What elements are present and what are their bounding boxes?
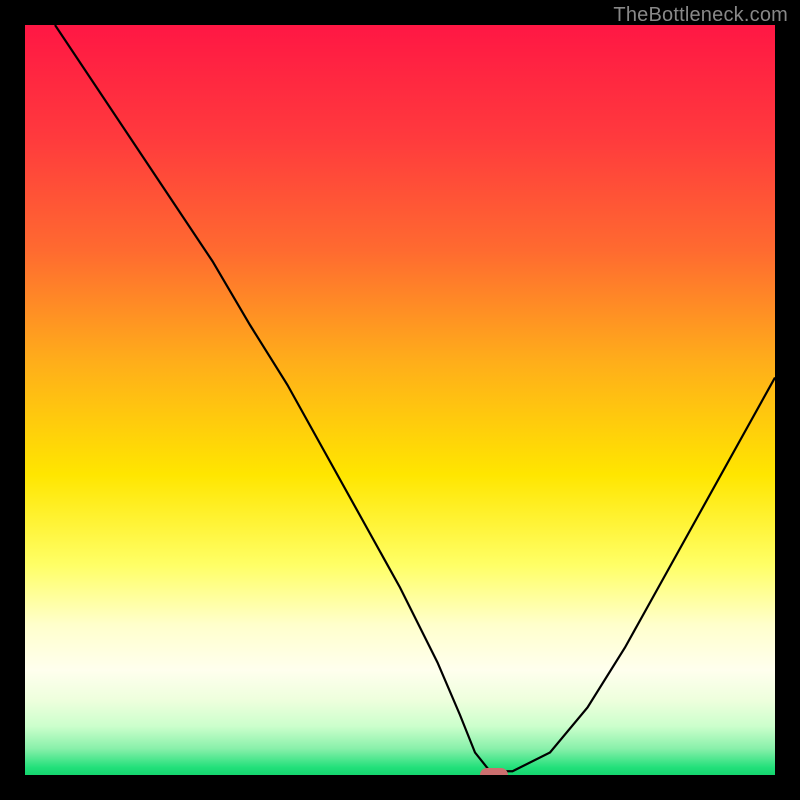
gradient-background (25, 25, 775, 775)
watermark-text: TheBottleneck.com (613, 4, 788, 27)
optimal-point-marker (480, 768, 508, 775)
bottleneck-chart (25, 25, 775, 775)
